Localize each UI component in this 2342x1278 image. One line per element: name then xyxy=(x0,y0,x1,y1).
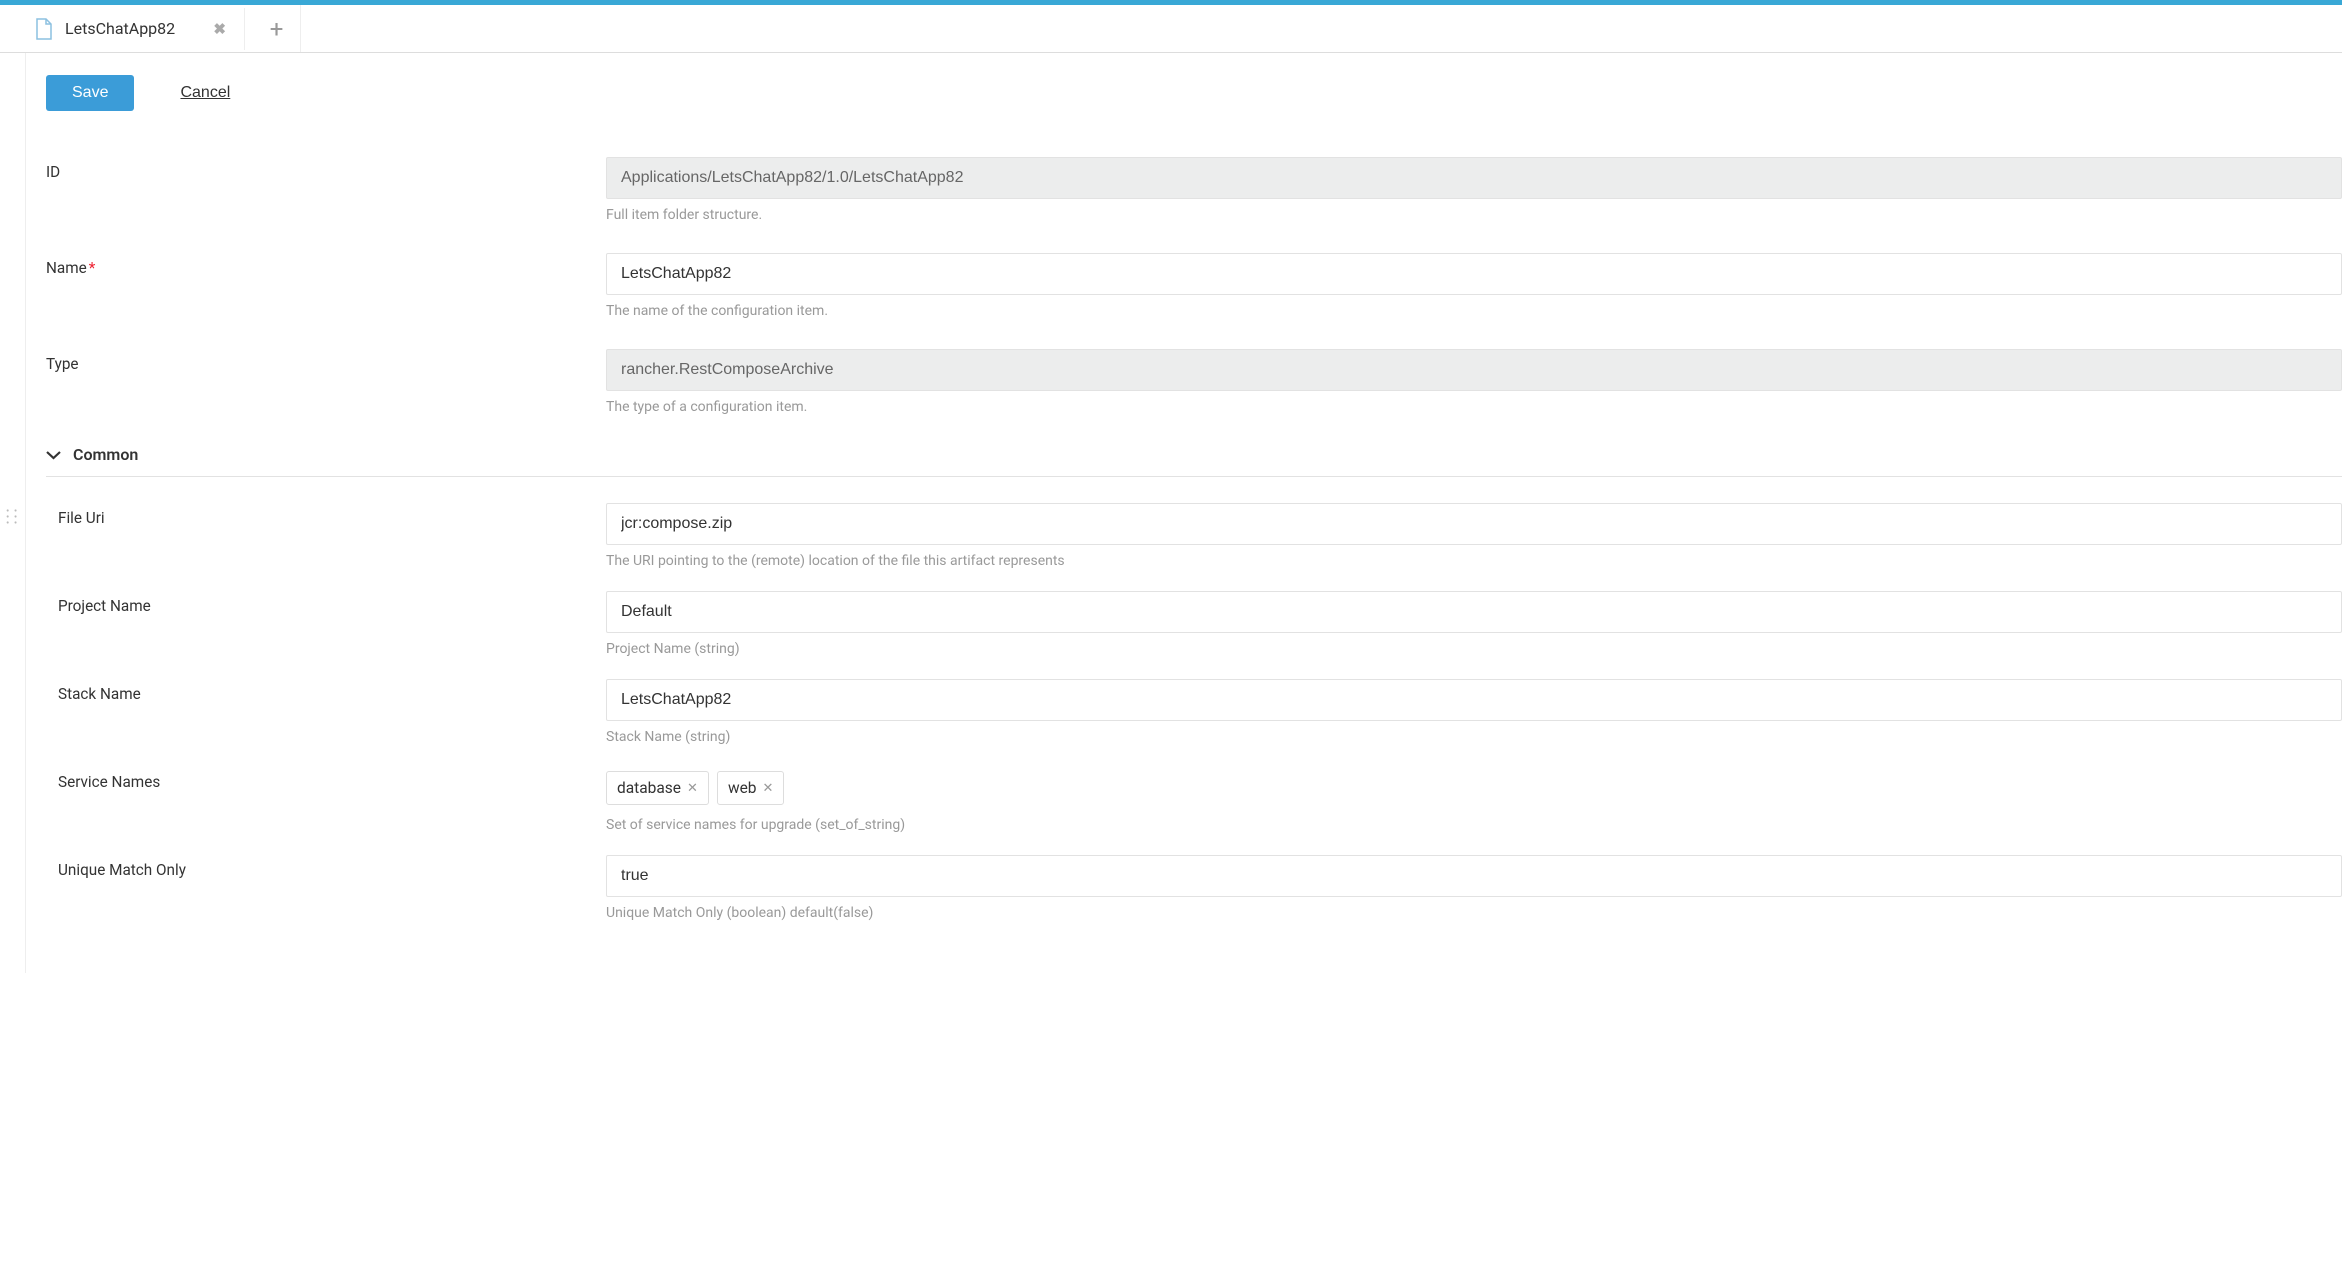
label-project-name: Project Name xyxy=(58,591,606,615)
required-asterisk: * xyxy=(89,259,96,277)
save-button[interactable]: Save xyxy=(46,75,134,111)
new-tab-button[interactable]: + xyxy=(253,5,301,52)
section-common-title: Common xyxy=(73,445,138,464)
input-project-name[interactable] xyxy=(606,591,2342,633)
main-content: Save Cancel ID Full item folder structur… xyxy=(25,53,2342,973)
label-name: Name* xyxy=(46,253,606,277)
hint-id: Full item folder structure. xyxy=(606,207,2342,223)
hint-file-uri: The URI pointing to the (remote) locatio… xyxy=(606,553,2342,569)
input-name[interactable] xyxy=(606,253,2342,295)
label-service-names: Service Names xyxy=(58,767,606,791)
hint-service-names: Set of service names for upgrade (set_of… xyxy=(606,817,2342,833)
tag-remove-icon[interactable]: ✕ xyxy=(763,781,774,796)
service-tag[interactable]: web ✕ xyxy=(717,771,784,805)
drag-handle-icon[interactable]: • •• •• • xyxy=(6,510,18,528)
close-icon[interactable]: ✖ xyxy=(209,20,230,38)
field-service-names: Service Names database ✕ web ✕ Set of servi… xyxy=(46,767,2342,833)
field-name: Name* The name of the configuration item… xyxy=(46,253,2342,319)
field-unique-match-only: Unique Match Only Unique Match Only (boo… xyxy=(46,855,2342,921)
label-stack-name: Stack Name xyxy=(58,679,606,703)
hint-project-name: Project Name (string) xyxy=(606,641,2342,657)
hint-stack-name: Stack Name (string) xyxy=(606,729,2342,745)
hint-unique-match-only: Unique Match Only (boolean) default(fals… xyxy=(606,905,2342,921)
tag-remove-icon[interactable]: ✕ xyxy=(687,781,698,796)
input-service-names[interactable]: database ✕ web ✕ xyxy=(606,767,2342,809)
field-project-name: Project Name Project Name (string) xyxy=(46,591,2342,657)
label-id: ID xyxy=(46,157,606,181)
field-file-uri: File Uri The URI pointing to the (remote… xyxy=(46,503,2342,569)
field-stack-name: Stack Name Stack Name (string) xyxy=(46,679,2342,745)
input-unique-match-only[interactable] xyxy=(606,855,2342,897)
hint-name: The name of the configuration item. xyxy=(606,303,2342,319)
document-icon xyxy=(35,18,53,40)
chevron-down-icon xyxy=(46,446,61,464)
cancel-button[interactable]: Cancel xyxy=(180,84,230,102)
field-id: ID Full item folder structure. xyxy=(46,157,2342,223)
input-file-uri[interactable] xyxy=(606,503,2342,545)
section-common-header[interactable]: Common xyxy=(46,445,2342,477)
input-stack-name[interactable] xyxy=(606,679,2342,721)
tab-letschatapp82[interactable]: LetsChatApp82 ✖ xyxy=(25,8,245,50)
label-unique-match-only: Unique Match Only xyxy=(58,855,606,879)
input-type xyxy=(606,349,2342,391)
tab-title: LetsChatApp82 xyxy=(65,19,197,38)
field-type: Type The type of a configuration item. xyxy=(46,349,2342,415)
input-id xyxy=(606,157,2342,199)
hint-type: The type of a configuration item. xyxy=(606,399,2342,415)
tag-label: database xyxy=(617,779,681,797)
service-tag[interactable]: database ✕ xyxy=(606,771,709,805)
tabs-bar: LetsChatApp82 ✖ + xyxy=(0,5,2342,53)
tag-label: web xyxy=(728,779,757,797)
plus-icon: + xyxy=(270,15,284,43)
action-row: Save Cancel xyxy=(46,75,2342,111)
label-type: Type xyxy=(46,349,606,373)
label-file-uri: File Uri xyxy=(58,503,606,527)
